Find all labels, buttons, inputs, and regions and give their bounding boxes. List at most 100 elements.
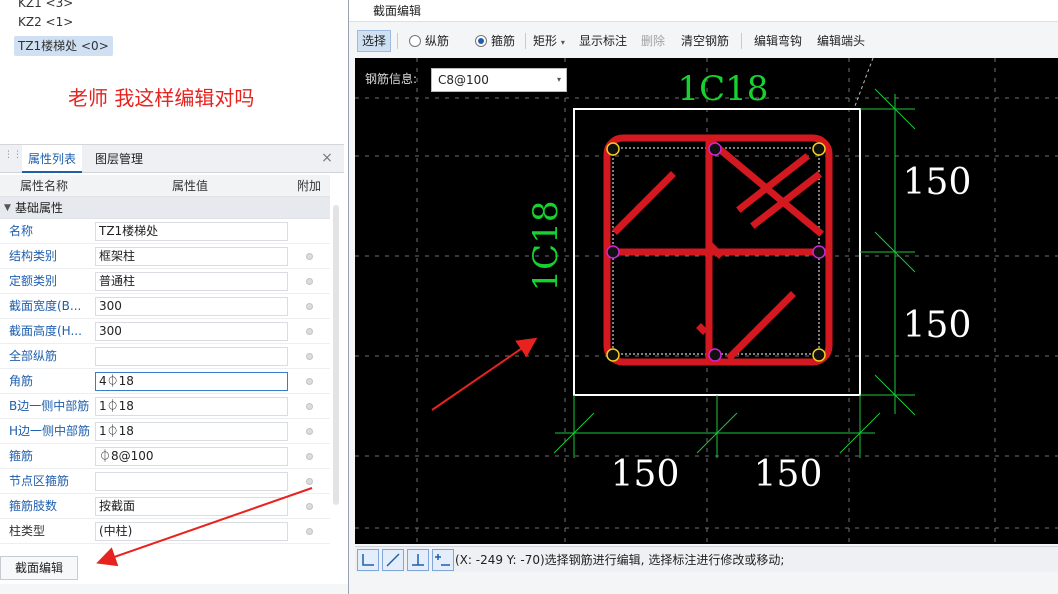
clear-rebar-button[interactable]: 清空钢筋 xyxy=(677,30,733,52)
property-scrollbar[interactable] xyxy=(333,205,339,505)
property-value-input[interactable]: 普通柱 xyxy=(95,272,288,291)
dialog-title-bar: 截面编辑 xyxy=(349,0,1058,22)
extra-radio-icon[interactable] xyxy=(306,353,313,360)
show-dims-button[interactable]: 显示标注 xyxy=(575,30,631,52)
select-tool-button[interactable]: 选择 xyxy=(357,30,392,52)
property-row: 名称 TZ1楼梯处 xyxy=(0,219,330,244)
dimension-text[interactable]: 150 xyxy=(611,454,680,495)
extra-radio-icon[interactable] xyxy=(306,503,313,510)
property-name: 角筋 xyxy=(9,374,34,388)
side-rebar-label[interactable]: 1C18 xyxy=(526,201,566,292)
hook-3[interactable] xyxy=(736,153,810,213)
property-name: 全部纵筋 xyxy=(9,349,58,363)
corner-bar[interactable] xyxy=(606,348,620,362)
rectangle-dropdown[interactable]: 矩形 ▾ xyxy=(529,30,569,52)
extra-radio-icon[interactable] xyxy=(306,528,313,535)
extra-radio-icon[interactable] xyxy=(306,278,313,285)
dimension-text[interactable]: 150 xyxy=(754,454,823,495)
property-value-input[interactable]: 300 xyxy=(95,322,288,341)
property-name: 结构类别 xyxy=(9,249,58,263)
corner-bar[interactable] xyxy=(606,142,620,156)
property-table: 属性名称 属性值 附加 ▼ 基础属性 名称 TZ1楼梯处 结构类别 框架柱 定额… xyxy=(0,175,330,544)
add-dimension-icon[interactable] xyxy=(432,549,454,571)
mid-bar[interactable] xyxy=(708,142,722,156)
section-edit-button[interactable]: 截面编辑 xyxy=(0,556,78,580)
drag-grip-icon[interactable]: ⋮⋮ xyxy=(4,151,22,165)
property-row: 箍筋 ⏀8@100 xyxy=(0,444,330,469)
panel-tab-bar: ⋮⋮ 属性列表 图层管理 × xyxy=(0,145,344,173)
close-icon[interactable]: × xyxy=(320,151,334,165)
property-name: 截面高度(H... xyxy=(9,324,82,338)
extra-radio-icon[interactable] xyxy=(306,328,313,335)
edit-end-button[interactable]: 编辑端头 xyxy=(813,30,869,52)
rebar-info-select[interactable]: C8@100 ▾ xyxy=(431,68,567,92)
corner-bar[interactable] xyxy=(812,348,826,362)
hook-7[interactable] xyxy=(726,291,796,361)
extra-radio-icon[interactable] xyxy=(306,478,313,485)
extra-radio-icon[interactable] xyxy=(306,378,313,385)
top-rebar-label[interactable]: 1C18 xyxy=(678,69,769,109)
diagonal-snap-icon[interactable] xyxy=(382,549,404,571)
property-panel: ⋮⋮ 属性列表 图层管理 × 属性名称 属性值 附加 ▼ 基础属性 名称 TZ1… xyxy=(0,144,344,594)
property-value-input[interactable] xyxy=(95,472,288,491)
mid-bar[interactable] xyxy=(812,245,826,259)
perpendicular-snap-icon[interactable] xyxy=(407,549,429,571)
extra-radio-icon[interactable] xyxy=(306,403,313,410)
dialog-title: 截面编辑 xyxy=(373,4,422,18)
tab-layer-management[interactable]: 图层管理 xyxy=(89,145,149,173)
property-value-input[interactable]: 按截面 xyxy=(95,497,288,516)
stirrup-radio[interactable]: 箍筋 xyxy=(471,30,519,52)
annotation-comment: 老师 我这样编辑对吗 xyxy=(68,86,255,110)
collapse-triangle-icon[interactable]: ▼ xyxy=(4,197,11,219)
radio-on-icon xyxy=(475,35,487,47)
toolbar-separator xyxy=(525,33,526,49)
edit-hook-button[interactable]: 编辑弯钩 xyxy=(750,30,806,52)
property-row: 柱类型 (中柱) xyxy=(0,519,330,544)
stirrup-label: 箍筋 xyxy=(491,34,516,48)
corner-bar[interactable] xyxy=(812,142,826,156)
property-value-input[interactable]: TZ1楼梯处 xyxy=(95,222,288,241)
delete-button[interactable]: 删除 xyxy=(637,30,669,52)
property-name: 名称 xyxy=(9,224,34,238)
extra-radio-icon[interactable] xyxy=(306,453,313,460)
mid-bar[interactable] xyxy=(708,348,722,362)
column-header-name: 属性名称 xyxy=(20,179,69,193)
property-value-input[interactable]: ⏀8@100 xyxy=(95,447,288,466)
extra-radio-icon[interactable] xyxy=(306,253,313,260)
component-item-tz1[interactable]: TZ1楼梯处 <0> xyxy=(14,36,113,56)
property-value-input[interactable] xyxy=(95,347,288,366)
property-value-input[interactable]: 1⏀18 xyxy=(95,397,288,416)
component-item-kz2[interactable]: KZ2 <1> xyxy=(14,12,77,32)
mid-bar[interactable] xyxy=(606,245,620,259)
toolbar-separator xyxy=(741,33,742,49)
property-value-input[interactable]: 1⏀18 xyxy=(95,422,288,441)
tab-property-list[interactable]: 属性列表 xyxy=(22,145,83,173)
toolbar-separator xyxy=(397,33,398,49)
stirrup-group[interactable] xyxy=(603,134,833,366)
section-edit-dialog: 截面编辑 选择 纵筋 箍筋 矩形 ▾ 显示标注 删除 清空钢筋 编辑弯钩 编辑端… xyxy=(348,0,1058,594)
property-row: 全部纵筋 xyxy=(0,344,330,369)
hook-1[interactable] xyxy=(612,171,676,235)
property-row: H边一侧中部筋 1⏀18 xyxy=(0,419,330,444)
dimension-text[interactable]: 150 xyxy=(903,305,972,346)
property-value-input[interactable]: 300 xyxy=(95,297,288,316)
radio-off-icon xyxy=(409,35,421,47)
rectangle-label: 矩形 xyxy=(533,34,558,48)
dimension-text[interactable]: 150 xyxy=(903,162,972,203)
property-value-input[interactable]: 4⏀18 xyxy=(95,372,288,391)
dimension-bottom xyxy=(553,395,881,458)
property-value-input[interactable]: (中柱) xyxy=(95,522,288,541)
orthogonal-snap-icon[interactable] xyxy=(357,549,379,571)
chevron-down-icon: ▾ xyxy=(556,75,561,84)
hook-6[interactable] xyxy=(696,323,708,335)
property-value-input[interactable]: 框架柱 xyxy=(95,247,288,266)
extra-radio-icon[interactable] xyxy=(306,428,313,435)
property-group-basic[interactable]: ▼ 基础属性 xyxy=(0,197,330,219)
column-header-value: 属性值 xyxy=(172,179,209,193)
extra-radio-icon[interactable] xyxy=(306,303,313,310)
section-canvas[interactable]: 1C18 1C18 150 150 150 150 钢筋信息: C8@100 ▾ xyxy=(355,58,1058,544)
longitudinal-radio[interactable]: 纵筋 xyxy=(405,30,453,52)
property-row: 结构类别 框架柱 xyxy=(0,244,330,269)
property-name: 箍筋肢数 xyxy=(9,499,58,513)
leader-line xyxy=(854,58,874,107)
